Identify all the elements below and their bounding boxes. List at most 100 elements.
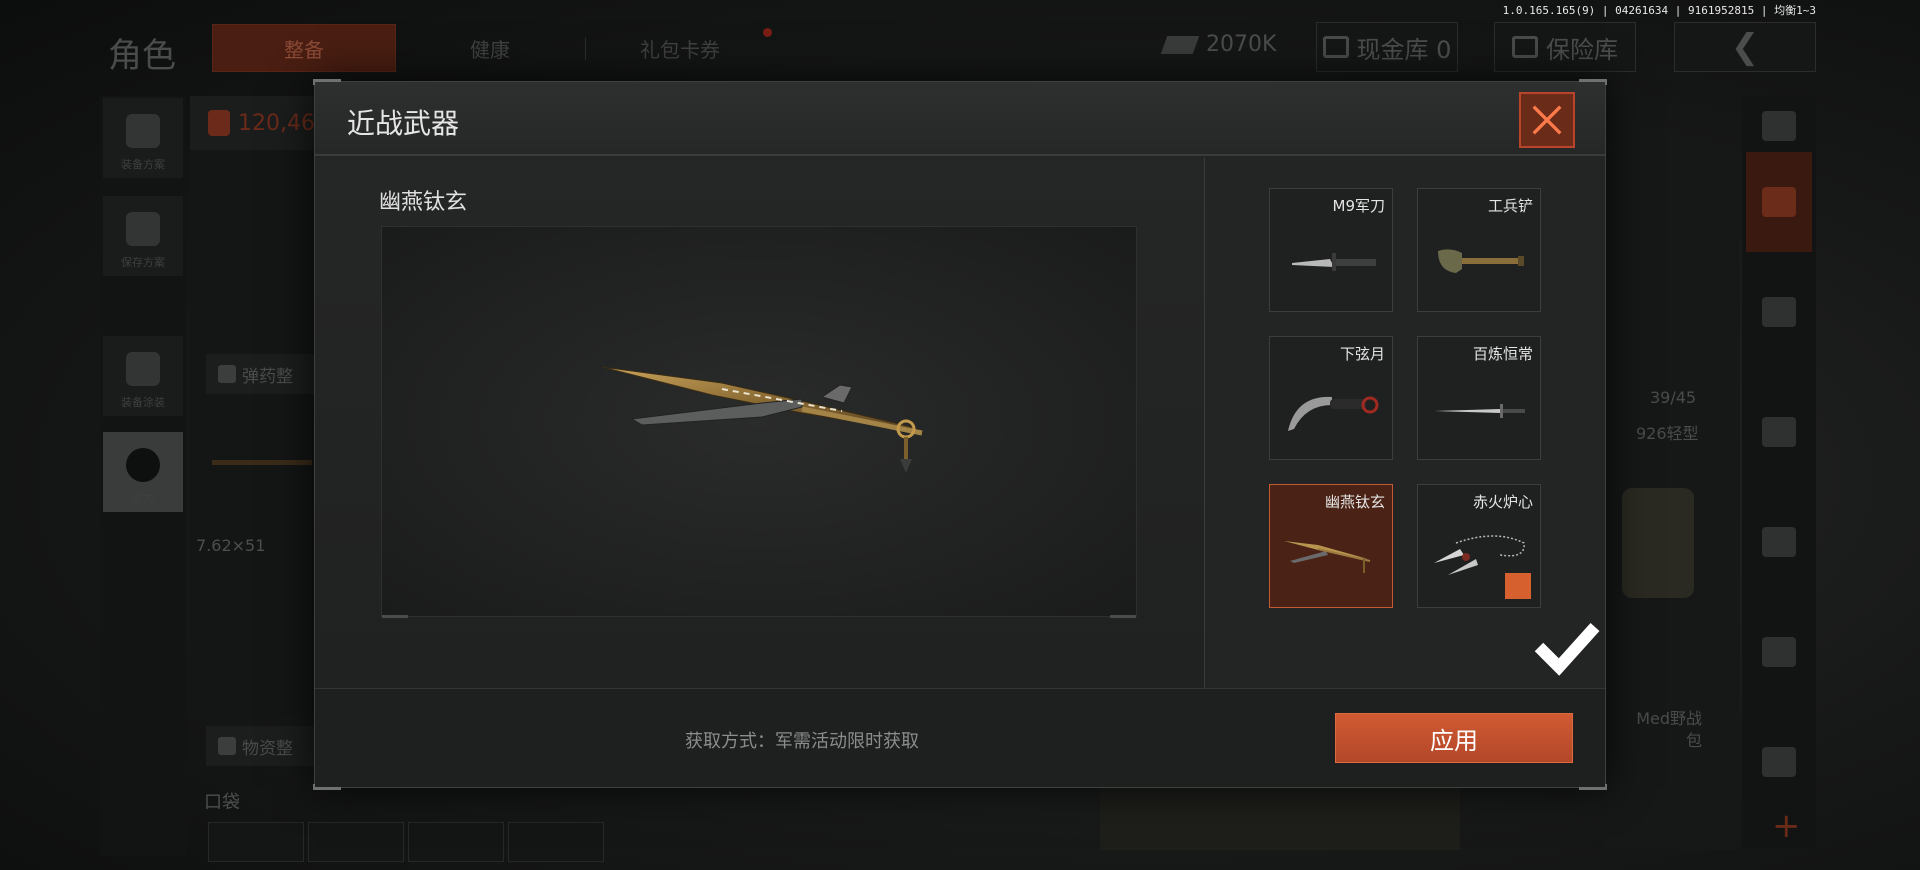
weapon-card-name: M9军刀 (1332, 197, 1386, 215)
backpack-model (1622, 488, 1694, 598)
cash-vault-label: 现金库 0 (1356, 35, 1452, 64)
save-plan-button[interactable]: 保存方案 (103, 196, 183, 276)
selected-weapon-name: 幽燕钛玄 (379, 190, 468, 215)
rail-item-magazine[interactable] (1746, 492, 1812, 592)
helmet-icon (1762, 297, 1796, 327)
apply-button[interactable]: 应用 (1335, 713, 1573, 763)
ammo-icon (218, 365, 236, 383)
download-icon (126, 212, 160, 246)
weight-display: 120,46 (190, 96, 320, 150)
rail-item-helmet[interactable] (1746, 262, 1812, 362)
karambit-icon (1288, 396, 1379, 431)
weapon-card-sword[interactable]: 百炼恒常 (1417, 336, 1541, 460)
right-rail (1742, 96, 1816, 848)
dialog-footer: 获取方式：军需活动限时获取 应用 (315, 688, 1605, 787)
weapon-card-name: 幽燕钛玄 (1324, 493, 1385, 511)
weapon-card-name: 下弦月 (1339, 345, 1385, 363)
cash-vault-button[interactable]: 现金库 0 (1316, 22, 1458, 72)
tab-health[interactable]: 健康 (420, 24, 560, 72)
safe-icon (1512, 36, 1538, 58)
weapon-card-name: 百炼恒常 (1472, 345, 1533, 363)
pocket-slot[interactable] (508, 822, 604, 862)
equipment-panel: 120,46 弹药整 物资整 (190, 96, 320, 766)
rail-item-grenade[interactable] (1746, 602, 1812, 702)
med-bag-suffix: 包 (1685, 731, 1702, 750)
save-plan-label: 保存方案 (121, 256, 165, 269)
refresh-gear-button[interactable] (1746, 96, 1812, 156)
money-value: 2070K (1206, 32, 1277, 57)
ability-button[interactable]: 能力 (103, 432, 183, 512)
capacity-count: 39/45 (1650, 388, 1697, 407)
bag-icon (1762, 747, 1796, 777)
rifle-thumbnail (212, 460, 312, 465)
insurance-label: 保险库 (1546, 35, 1618, 64)
preview-edge (1110, 615, 1136, 618)
loadout-plan-label: 装备方案 (121, 158, 165, 171)
ammo-caliber: 7.62×51 (196, 536, 266, 555)
med-bag-label: Med野战 包 (1632, 708, 1702, 752)
vest-icon (126, 114, 160, 148)
lightning-hex-icon (126, 448, 160, 482)
weapon-card-m9[interactable]: M9军刀 (1269, 188, 1393, 312)
armor-model: 926轻型 (1636, 424, 1699, 443)
pocket-slots (208, 822, 604, 862)
cash-icon (1160, 35, 1200, 54)
left-rail: 装备方案 保存方案 装备涂装 能力 (100, 96, 186, 856)
paint-button[interactable]: 装备涂装 (103, 336, 183, 416)
close-icon (1532, 105, 1562, 135)
supply-sort-button[interactable]: 物资整 (206, 726, 320, 766)
shovel-icon (1438, 249, 1524, 273)
insurance-button[interactable]: 保险库 (1494, 22, 1636, 72)
stack-refresh-icon (1762, 111, 1796, 141)
pocket-slot[interactable] (408, 822, 504, 862)
panel-divider (1204, 158, 1205, 688)
ammo-sort-label: 弹药整 (242, 366, 293, 387)
knife-icon (1292, 253, 1376, 271)
chevron-left-icon: ❮ (1730, 27, 1760, 67)
preview-edge (382, 615, 408, 618)
page-title: 角色 (108, 36, 176, 76)
equipped-check-icon (1505, 573, 1600, 676)
tab-divider (585, 38, 586, 60)
tab-gift-cards[interactable]: 礼包卡券 (610, 24, 750, 72)
weight-value: 120,46 (238, 110, 315, 136)
melee-weapon-dialog: 近战武器 幽燕钛玄 M9军刀 工兵铲 下弦月 百炼恒常 幽燕钛玄 赤火炉心 获取… (313, 79, 1607, 790)
dialog-title: 近战武器 (347, 107, 460, 140)
back-button[interactable]: ❮ (1674, 22, 1816, 72)
paint-label: 装备涂装 (121, 396, 165, 409)
tab-equip[interactable]: 整备 (212, 24, 396, 72)
weapon-card-shovel[interactable]: 工兵铲 (1417, 188, 1541, 312)
spear-blade-illustration (601, 366, 923, 473)
version-label: 1.0.165.165(9) | 04261634 | 9161952815 |… (1502, 4, 1816, 17)
ammo-sort-button[interactable]: 弹药整 (206, 354, 320, 394)
vault-icon (1322, 36, 1349, 58)
spear-icon (1284, 541, 1371, 573)
dialog-header: 近战武器 (315, 82, 1605, 156)
weapon-preview[interactable] (381, 226, 1137, 618)
grenade-icon (1762, 637, 1796, 667)
pocket-slot[interactable] (208, 822, 304, 862)
rail-item-bag[interactable] (1746, 712, 1812, 812)
pocket-label: 口袋 (204, 792, 240, 813)
rail-item-melee[interactable] (1746, 152, 1812, 252)
close-button[interactable] (1519, 92, 1575, 148)
sword-icon (1434, 404, 1525, 418)
rifle-icon (1762, 417, 1796, 447)
character-model (1100, 780, 1460, 850)
rail-item-rifle[interactable] (1746, 382, 1812, 482)
magazine-icon (1762, 527, 1796, 557)
money-display: 2070K (1160, 32, 1277, 57)
pocket-slot[interactable] (308, 822, 404, 862)
ability-label: 能力 (132, 492, 154, 505)
top-bar: 角色 整备 健康 礼包卡券 2070K 现金库 0 保险库 ❮ (0, 20, 1920, 76)
weapon-card-spear[interactable]: 幽燕钛玄 (1269, 484, 1393, 608)
backpack-icon (208, 110, 230, 136)
med-bag-name: Med野战 (1636, 709, 1702, 728)
weapon-card-karambit[interactable]: 下弦月 (1269, 336, 1393, 460)
acquire-method: 获取方式：军需活动限时获取 (685, 731, 919, 752)
supply-sort-label: 物资整 (242, 738, 293, 759)
supply-icon (218, 737, 236, 755)
add-icon[interactable]: + (1772, 806, 1801, 846)
weapon-card-chain-blade[interactable]: 赤火炉心 (1417, 484, 1600, 676)
loadout-plan-button[interactable]: 装备方案 (103, 98, 183, 178)
